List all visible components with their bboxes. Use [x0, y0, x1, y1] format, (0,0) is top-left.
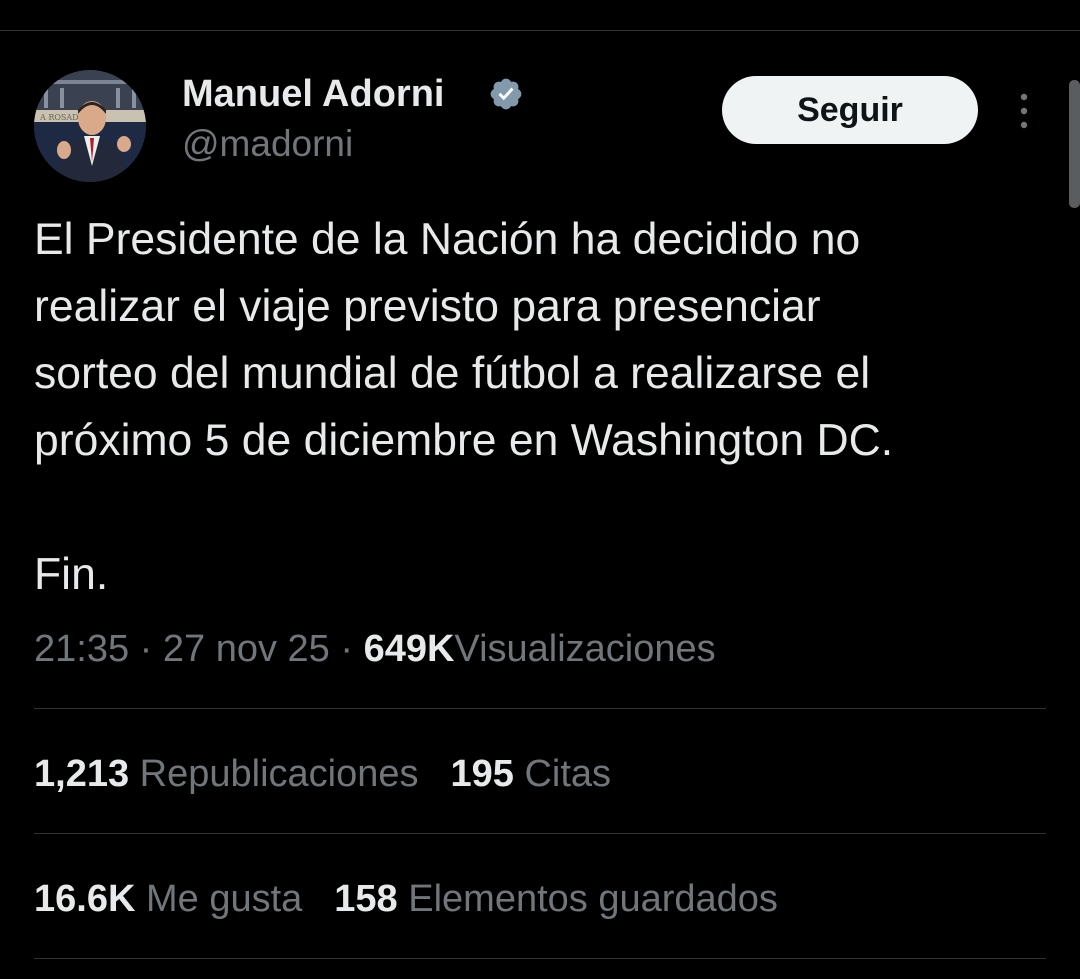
divider	[34, 958, 1046, 959]
author-name[interactable]: Manuel Adorni	[182, 70, 444, 118]
reposts-stat[interactable]: 1,213 Republicaciones	[34, 753, 419, 795]
likes-stat[interactable]: 16.6K Me gusta	[34, 878, 302, 920]
quotes-stat[interactable]: 195 Citas	[451, 753, 612, 795]
avatar[interactable]: A ROSADA	[34, 70, 146, 182]
tweet-meta: 21:35 · 27 nov 25 · 649KVisualizaciones	[34, 624, 716, 674]
meta-separator: ·	[340, 628, 354, 670]
tweet-text: El Presidente de la Nación ha decidido n…	[34, 215, 894, 599]
views-count: 649K	[363, 628, 455, 670]
stats-row-reposts: 1,213 Republicaciones 195 Citas	[34, 749, 611, 799]
tweet-date[interactable]: 27 nov 25	[163, 628, 330, 670]
divider	[34, 833, 1046, 834]
divider	[34, 708, 1046, 709]
author-handle[interactable]: @madorni	[182, 120, 353, 168]
avatar-image: A ROSADA	[34, 70, 146, 182]
stats-row-likes: 16.6K Me gusta 158 Elementos guardados	[34, 874, 778, 924]
quotes-label: Citas	[524, 753, 612, 795]
scrollbar-thumb[interactable]	[1069, 80, 1080, 208]
tweet-time[interactable]: 21:35	[34, 628, 129, 670]
bookmarks-stat[interactable]: 158 Elementos guardados	[334, 878, 778, 920]
reposts-label: Republicaciones	[139, 753, 419, 795]
reposts-count: 1,213	[34, 753, 130, 795]
top-divider	[0, 30, 1080, 31]
verified-badge-icon	[490, 78, 522, 110]
bookmarks-count: 158	[334, 878, 398, 920]
avatar-sign-text: A ROSADA	[39, 113, 85, 122]
likes-count: 16.6K	[34, 878, 136, 920]
follow-button[interactable]: Seguir	[722, 76, 978, 144]
quotes-count: 195	[450, 753, 514, 795]
likes-label: Me gusta	[145, 878, 303, 920]
more-vertical-icon[interactable]	[1012, 92, 1036, 130]
meta-separator: ·	[139, 628, 153, 670]
views-label: Visualizaciones	[454, 628, 716, 670]
bookmarks-label: Elementos guardados	[408, 878, 778, 920]
